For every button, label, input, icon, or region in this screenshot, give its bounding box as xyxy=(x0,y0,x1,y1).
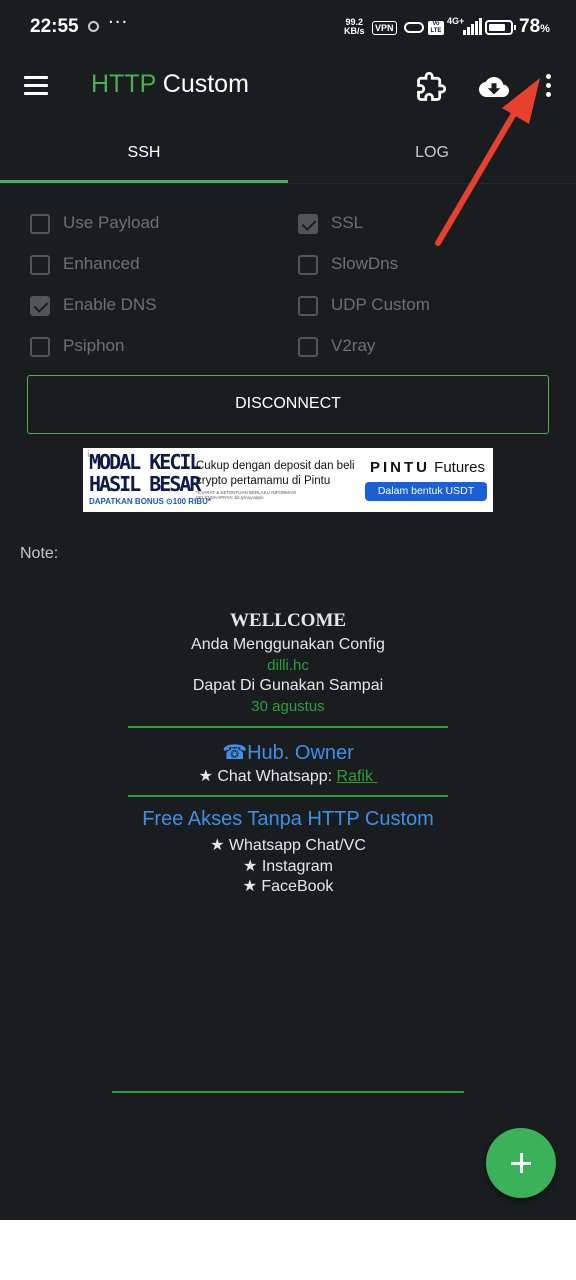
checkbox[interactable] xyxy=(298,337,318,357)
puzzle-icon[interactable] xyxy=(416,72,446,102)
config-name: dilli.hc xyxy=(267,657,309,674)
battery-icon xyxy=(485,20,513,35)
ad-brand: PINTU Futures xyxy=(370,459,485,476)
ad-headline: MODAL KECIL HASIL BESAR xyxy=(89,450,201,496)
note-label: Note: xyxy=(20,545,59,562)
disconnect-button[interactable]: DISCONNECT xyxy=(27,375,549,434)
status-bar: 22:55 ··· 99.2 KB/s VPN Vo LTE 4G+ 78% xyxy=(0,0,576,56)
checkbox[interactable] xyxy=(30,255,50,275)
ad-brand-name: PINTU xyxy=(370,459,430,476)
volte-top: Vo xyxy=(432,21,440,27)
ad-text: Cukup dengan deposit dan beli crypto per… xyxy=(196,460,355,487)
option-label: Use Payload xyxy=(63,213,160,232)
chat-whatsapp-line: ★ Chat Whatsapp: Rafik xyxy=(0,766,576,786)
option-label: SlowDns xyxy=(331,254,399,273)
cloud-download-icon[interactable] xyxy=(477,72,511,102)
option-label: V2ray xyxy=(331,336,376,355)
network-speed-unit: KB/s xyxy=(344,26,365,36)
battery-percent-unit: % xyxy=(540,23,550,35)
welcome-title: WELLCOME xyxy=(229,610,347,631)
app-title-accent: HTTP xyxy=(91,70,156,98)
expiry-date: 30 agustus xyxy=(251,698,325,715)
network-type: 4G+ xyxy=(447,16,465,26)
owner-whatsapp-link[interactable]: Rafik xyxy=(337,768,378,785)
menu-icon[interactable] xyxy=(24,76,48,95)
notification-icon xyxy=(88,21,99,32)
checkbox[interactable] xyxy=(298,255,318,275)
expiry-intro: Dapat Di Gunakan Sampai xyxy=(192,677,384,694)
vpn-badge: VPN xyxy=(372,21,397,35)
tab-log[interactable]: LOG xyxy=(288,124,576,182)
free-item-facebook: ★ FaceBook xyxy=(242,878,334,895)
ad-brand-product: Futures xyxy=(430,459,486,476)
owner-title: ☎Hub. Owner xyxy=(222,742,354,764)
free-item-whatsapp: ★ Whatsapp Chat/VC xyxy=(210,837,366,854)
option-label: Enable DNS xyxy=(63,295,157,314)
divider xyxy=(128,795,448,797)
volte-bottom: LTE xyxy=(430,28,442,34)
checkbox[interactable] xyxy=(30,214,50,234)
status-time: 22:55 xyxy=(30,16,79,37)
checkbox[interactable] xyxy=(30,337,50,357)
ad-cta-button[interactable]: Dalam bentuk USDT xyxy=(365,482,487,501)
ad-bonus: DAPATKAN BONUS ⊙100 RIBU* xyxy=(89,497,211,506)
network-speed: 99.2 KB/s xyxy=(344,18,365,36)
battery-percent: 78% xyxy=(519,16,550,38)
bottom-divider xyxy=(112,1091,464,1093)
more-vert-icon[interactable] xyxy=(536,74,560,102)
config-intro: Anda Menggunakan Config xyxy=(191,636,385,653)
add-fab-button[interactable] xyxy=(486,1128,556,1198)
ad-fine-print: *SYARAT & KETENTUAN BERLAKU INFORMASI SE… xyxy=(196,490,297,500)
ad-headline-2: HASIL BESAR xyxy=(89,472,201,496)
volte-icon: Vo LTE xyxy=(428,21,444,35)
free-item-instagram: ★ Instagram xyxy=(243,858,333,875)
checkbox[interactable] xyxy=(30,296,50,316)
chat-prefix: ★ Chat Whatsapp: xyxy=(198,768,337,785)
app-screen: 22:55 ··· 99.2 KB/s VPN Vo LTE 4G+ 78% H… xyxy=(0,0,576,1220)
app-title: HTTP Custom xyxy=(91,70,249,99)
tab-ssh[interactable]: SSH xyxy=(0,124,288,182)
ad-headline-1: MODAL KECIL xyxy=(89,450,201,474)
option-label: Enhanced xyxy=(63,254,140,273)
app-title-rest: Custom xyxy=(155,70,249,98)
option-label: Psiphon xyxy=(63,336,125,355)
divider xyxy=(128,726,448,728)
battery-percent-value: 78 xyxy=(519,16,541,37)
hotspot-icon xyxy=(404,22,424,33)
free-access-title: Free Akses Tanpa HTTP Custom xyxy=(142,808,434,830)
option-label: UDP Custom xyxy=(331,295,430,314)
tab-bar: SSH LOG xyxy=(0,124,576,184)
option-label: SSL xyxy=(331,213,364,232)
more-notifications-icon: ··· xyxy=(108,12,129,33)
ad-info-icon[interactable]: i xyxy=(87,450,90,460)
ad-banner[interactable]: MODAL KECIL HASIL BESAR i DAPATKAN BONUS… xyxy=(83,448,493,512)
checkbox[interactable] xyxy=(298,296,318,316)
battery-fill xyxy=(489,24,505,31)
checkbox[interactable] xyxy=(298,214,318,234)
